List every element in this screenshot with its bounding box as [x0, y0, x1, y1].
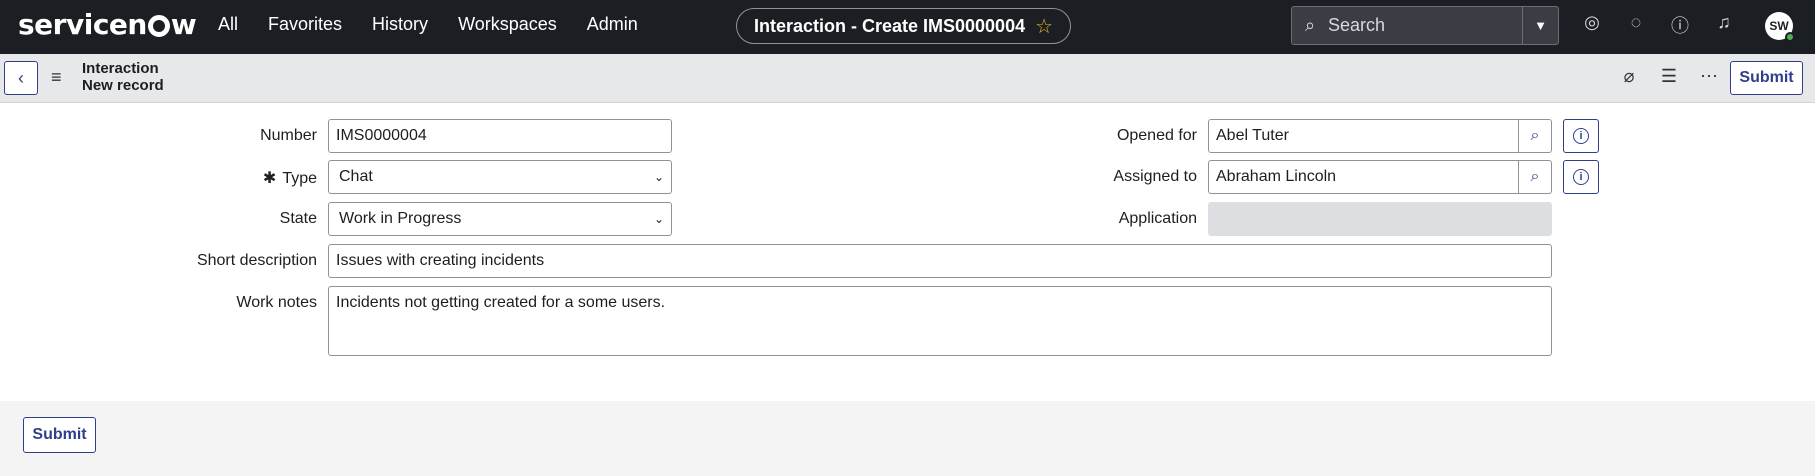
menu-history[interactable]: History — [372, 14, 428, 35]
state-select[interactable]: Work in Progress ⌄ — [328, 202, 672, 236]
type-value: Chat — [339, 168, 373, 185]
state-label: State — [279, 210, 317, 227]
application-field — [1208, 202, 1552, 236]
record-form: Number IMS0000004 ✱ Type Chat ⌄ State Work… — [0, 103, 1815, 401]
back-button[interactable]: ‹ — [4, 61, 38, 95]
submit-button-bottom[interactable]: Submit — [23, 417, 96, 453]
context-title: Interaction - Create IMS0000004 — [753, 15, 1026, 36]
settings-sliders-icon[interactable]: ☰ — [1658, 66, 1680, 87]
main-menu: All Favorites History Workspaces Admin — [218, 14, 638, 35]
header-actions: ⌀ ☰ ⋯ — [1618, 66, 1720, 87]
short-description-label: Short description — [196, 252, 317, 269]
user-avatar[interactable]: SW — [1765, 12, 1795, 42]
nav-icon-group: ◎ ◌ ⓘ ♫ — [1580, 12, 1736, 38]
logo-text: servicen — [18, 8, 147, 41]
presence-dot — [1785, 32, 1795, 42]
form-header: ‹ ≡ Interaction New record ⌀ ☰ ⋯ Submit — [0, 54, 1815, 103]
top-navigation: servicen w All Favorites History Workspac… — [0, 0, 1815, 54]
type-label-wrap: ✱ Type — [160, 168, 317, 188]
avatar-initials: SW — [1769, 19, 1789, 33]
record-state-label: New record — [82, 77, 164, 94]
short-description-field[interactable]: Issues with creating incidents — [328, 244, 1552, 278]
assigned-to-label: Assigned to — [1113, 168, 1197, 185]
assigned-to-info-button[interactable]: i — [1563, 160, 1599, 194]
info-icon: i — [1573, 169, 1589, 185]
assigned-to-field[interactable]: Abraham Lincoln — [1208, 160, 1519, 194]
opened-for-field[interactable]: Abel Tuter — [1208, 119, 1519, 153]
chevron-down-icon: ▼ — [1534, 18, 1547, 33]
chevron-down-icon: ⌄ — [653, 212, 664, 226]
search-icon: ⌕ — [1304, 15, 1316, 35]
info-icon: i — [1573, 128, 1589, 144]
favorite-star-icon[interactable]: ☆ — [1035, 14, 1053, 39]
logo-text-end: w — [170, 8, 197, 41]
menu-admin[interactable]: Admin — [587, 14, 638, 35]
menu-favorites[interactable]: Favorites — [268, 14, 342, 35]
chevron-down-icon: ⌄ — [653, 170, 664, 184]
servicenow-logo[interactable]: servicen w — [18, 8, 197, 41]
menu-all[interactable]: All — [218, 14, 238, 35]
number-field[interactable]: IMS0000004 — [328, 119, 672, 153]
search-icon: ⌕ — [1530, 127, 1540, 144]
work-notes-textarea[interactable]: Incidents not getting created for a some… — [328, 286, 1552, 356]
more-options-icon[interactable]: ⋯ — [1698, 66, 1720, 87]
work-notes-label: Work notes — [236, 294, 317, 311]
help-icon[interactable]: ⓘ — [1668, 12, 1692, 38]
search-icon: ⌕ — [1530, 168, 1540, 185]
search-input[interactable]: Search — [1328, 15, 1522, 36]
opened-for-info-button[interactable]: i — [1563, 119, 1599, 153]
opened-for-lookup-button[interactable]: ⌕ — [1519, 119, 1552, 153]
bell-icon[interactable]: ♫ — [1712, 12, 1736, 38]
chevron-left-icon: ‹ — [18, 67, 24, 88]
record-table-name: Interaction — [82, 60, 159, 77]
global-search[interactable]: ⌕ Search ▼ — [1291, 6, 1559, 45]
attachment-icon[interactable]: ⌀ — [1618, 66, 1640, 87]
number-label: Number — [260, 127, 317, 144]
type-select[interactable]: Chat ⌄ — [328, 160, 672, 194]
context-menu-icon[interactable]: ≡ — [51, 67, 62, 88]
state-value: Work in Progress — [339, 210, 462, 227]
required-marker: ✱ — [262, 170, 277, 187]
search-scope-dropdown[interactable]: ▼ — [1522, 7, 1558, 44]
context-title-pill[interactable]: Interaction - Create IMS0000004 ☆ — [736, 8, 1071, 44]
submit-button-top[interactable]: Submit — [1730, 61, 1803, 95]
type-label: Type — [282, 170, 317, 187]
assigned-to-lookup-button[interactable]: ⌕ — [1519, 160, 1552, 194]
logo-o-shape — [147, 15, 170, 37]
chat-icon[interactable]: ◌ — [1624, 12, 1648, 38]
menu-workspaces[interactable]: Workspaces — [458, 14, 557, 35]
opened-for-label: Opened for — [1116, 127, 1197, 144]
application-label: Application — [1118, 210, 1197, 227]
globe-icon[interactable]: ◎ — [1580, 12, 1604, 38]
